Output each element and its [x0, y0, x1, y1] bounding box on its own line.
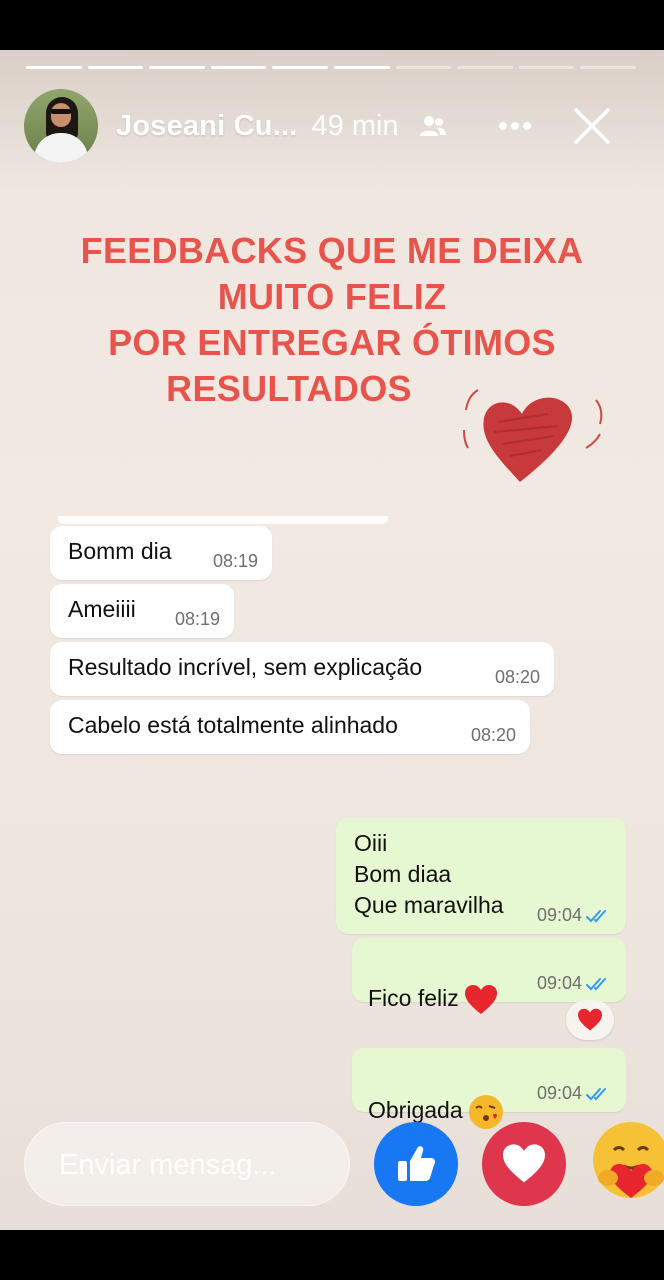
incoming-message: Resultado incrível, sem explicação 08:20 [50, 642, 554, 696]
message-time: 08:19 [174, 609, 220, 629]
hugging-face-icon [593, 1122, 664, 1198]
thumbs-up-icon [398, 1146, 435, 1181]
read-ticks-icon [586, 909, 606, 922]
navigation-bar-area [0, 1230, 664, 1280]
red-heart-icon [464, 984, 497, 1014]
more-options-icon[interactable] [497, 120, 533, 132]
message-time: 08:19 [212, 551, 258, 571]
progress-segment [580, 66, 636, 69]
message-text: Oiii Bom diaa Que maravilha [354, 830, 504, 918]
progress-segment [395, 66, 452, 69]
story-progress-bar [26, 66, 636, 69]
outgoing-message: Obrigada 09:04 [352, 1048, 626, 1129]
story-header: Joseani Cu... 49 min [24, 88, 646, 164]
close-icon[interactable] [573, 107, 611, 145]
love-reaction-button[interactable] [482, 1122, 566, 1206]
progress-segment [333, 66, 390, 69]
title-line: MUITO FELIZ [217, 276, 447, 317]
message-reaction[interactable] [566, 1000, 614, 1040]
outgoing-message: Oiii Bom diaa Que maravilha 09:04 [336, 818, 626, 934]
avatar[interactable] [24, 89, 98, 163]
outgoing-message: Fico feliz 09:04 [352, 938, 626, 1014]
message-text: Fico feliz [368, 952, 499, 1016]
message-text: Bomm dia [68, 538, 172, 564]
progress-segment [518, 66, 575, 69]
heart-icon [503, 1144, 545, 1183]
title-line: POR ENTREGAR ÓTIMOS [108, 322, 556, 363]
progress-segment [87, 66, 144, 69]
title-line: FEEDBACKS QUE ME DEIXA [80, 230, 584, 271]
incoming-message: Cabelo está totalmente alinhado 08:20 [50, 700, 530, 754]
care-reaction-button[interactable] [586, 1118, 664, 1208]
red-heart-icon [578, 1008, 602, 1031]
user-name[interactable]: Joseani Cu... [116, 110, 298, 143]
progress-segment [272, 66, 328, 69]
chat-screenshot: Bomm dia 08:19 Ameiiii 08:19 Resultado i… [26, 516, 636, 1129]
progress-segment [210, 66, 267, 69]
message-text: Cabelo está totalmente alinhado [68, 712, 398, 738]
people-icon [419, 116, 446, 136]
story-time: 49 min [311, 109, 399, 142]
incoming-message: Ameiiii 08:19 [50, 584, 234, 638]
message-time: 09:04 [537, 1083, 612, 1104]
like-reaction-button[interactable] [374, 1122, 458, 1206]
message-text: Obrigada [368, 1062, 505, 1131]
story-view[interactable]: Joseani Cu... 49 min FEEDBACKS QUE ME DE… [0, 50, 664, 1230]
message-time: 09:04 [537, 905, 612, 926]
message-time: 09:04 [537, 973, 612, 994]
progress-segment [26, 66, 82, 69]
progress-segment [457, 66, 513, 69]
message-time: 08:20 [494, 667, 540, 687]
message-time: 08:20 [470, 725, 516, 745]
incoming-message: Bomm dia 08:19 [50, 526, 272, 580]
progress-segment [149, 66, 205, 69]
reply-placeholder: Enviar mensag... [59, 1149, 277, 1181]
heart-sticker-icon [463, 389, 603, 482]
read-ticks-icon [586, 1087, 606, 1100]
message-text: Resultado incrível, sem explicação [68, 654, 423, 680]
reply-input[interactable]: Enviar mensag... [24, 1122, 350, 1206]
face-blowing-kiss-icon [468, 1095, 503, 1129]
read-ticks-icon [586, 977, 606, 990]
message-text: Ameiiii [68, 596, 136, 622]
